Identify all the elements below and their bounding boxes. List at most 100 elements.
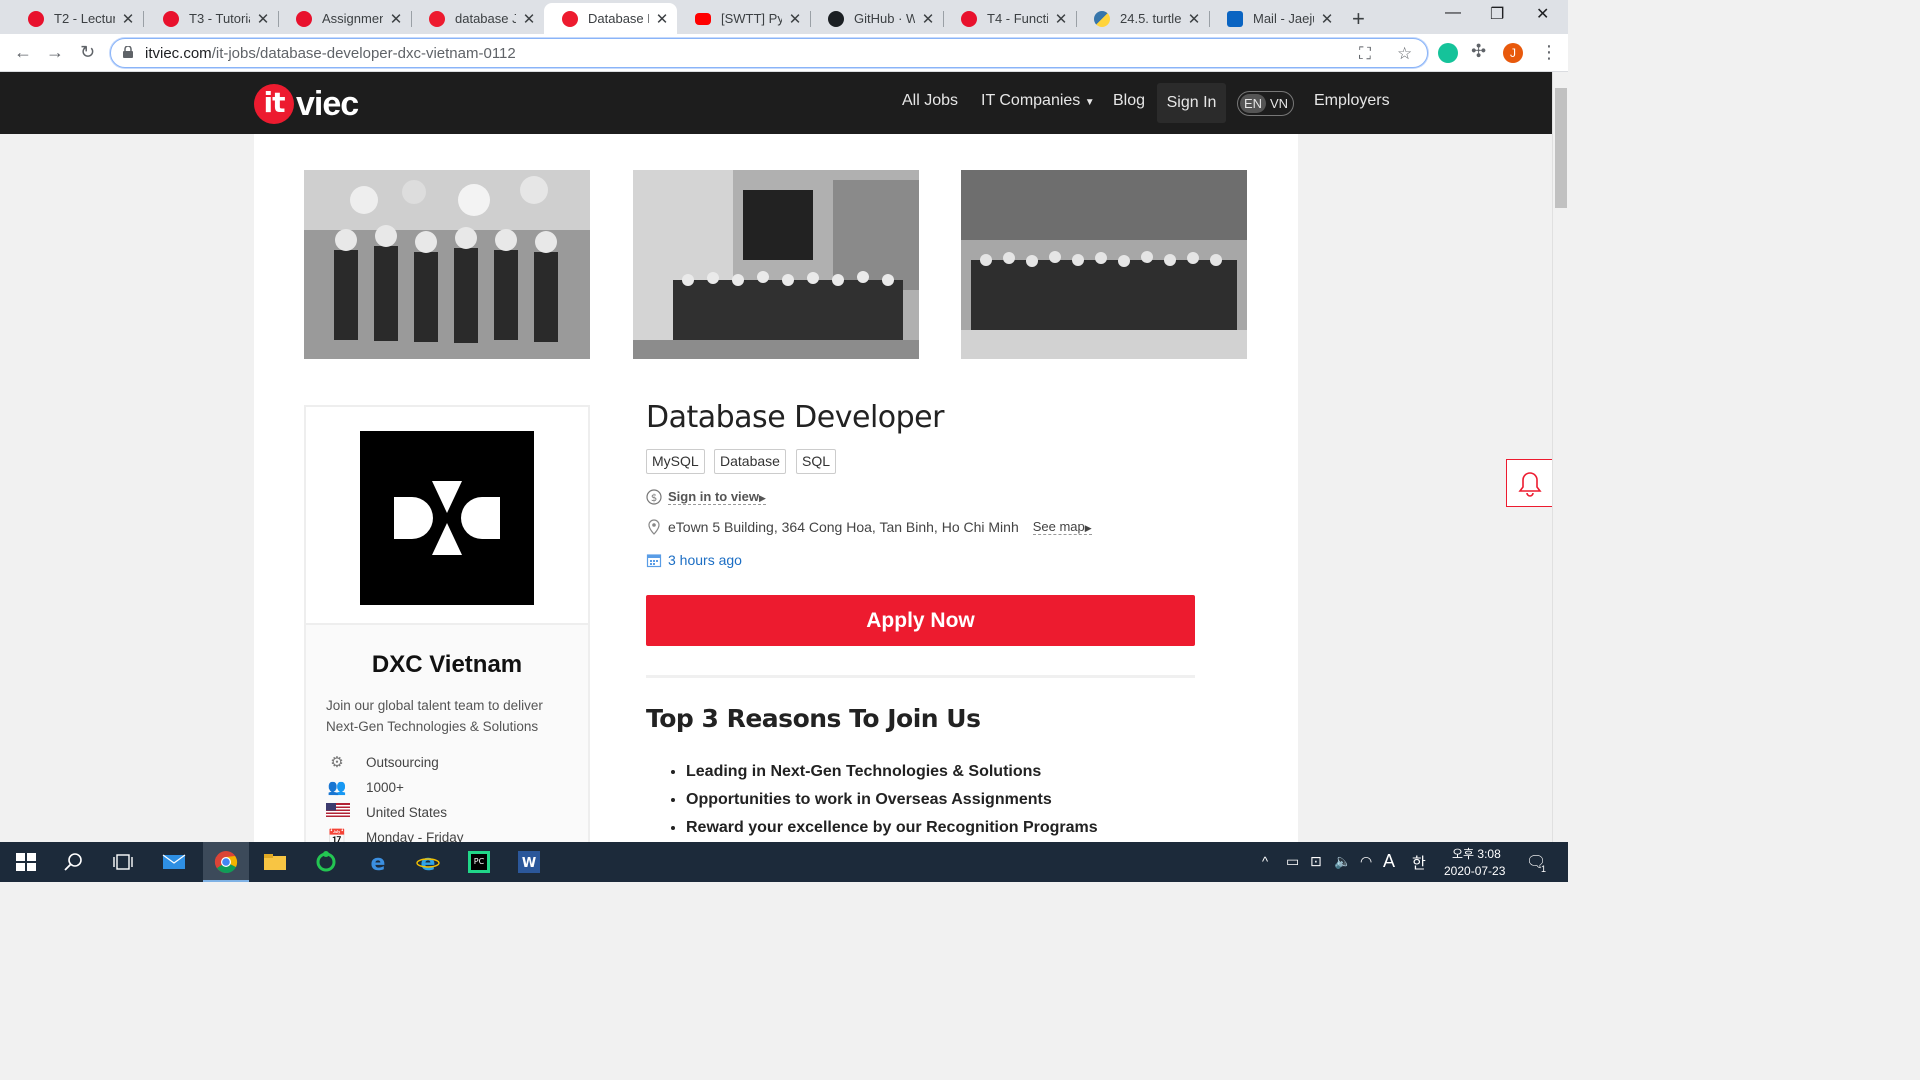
tab-title: 24.5. turtle: [1120, 11, 1181, 26]
profile-avatar[interactable]: J: [1503, 43, 1523, 63]
browser-tab[interactable]: T4 - Functio ✕: [943, 3, 1077, 34]
svg-text:PC: PC: [474, 857, 485, 866]
tab-title: T2 - Lecture: [54, 11, 115, 26]
menu-kebab-icon[interactable]: ⋮: [1540, 42, 1558, 63]
bookmark-star-icon[interactable]: ☆: [1397, 44, 1412, 64]
minimize-icon[interactable]: —: [1445, 4, 1461, 22]
job-alert-bell-button[interactable]: [1506, 459, 1552, 507]
salary-row: $ Sign in to view▶: [646, 489, 766, 505]
address-row: eTown 5 Building, 364 Cong Hoa, Tan Binh…: [646, 519, 1092, 535]
lang-vn[interactable]: VN: [1270, 94, 1288, 113]
restore-icon[interactable]: ❐: [1490, 4, 1504, 24]
close-icon[interactable]: ✕: [256, 10, 270, 28]
nav-all-jobs[interactable]: All Jobs: [902, 92, 958, 110]
wifi-icon[interactable]: ◠: [1360, 853, 1372, 870]
itviec-logo[interactable]: it viec: [254, 84, 359, 124]
close-icon[interactable]: ✕: [389, 10, 403, 28]
calendar-icon: [646, 554, 662, 568]
skill-tag[interactable]: MySQL: [646, 449, 705, 474]
logo-it: it: [254, 84, 294, 124]
tray-chevron-icon[interactable]: ^: [1262, 854, 1268, 869]
language-toggle[interactable]: EN VN: [1237, 91, 1294, 116]
back-icon[interactable]: ←: [14, 42, 32, 63]
browser-tab[interactable]: Mail - Jaeju ✕: [1209, 3, 1342, 34]
green-app-icon[interactable]: [314, 850, 338, 874]
browser-tab[interactable]: database Jol ✕: [411, 3, 544, 34]
company-photo[interactable]: [633, 170, 919, 359]
job-address: eTown 5 Building, 364 Cong Hoa, Tan Binh…: [668, 519, 1019, 535]
windows-start-icon[interactable]: [14, 850, 38, 874]
salary-sign-in-link[interactable]: Sign in to view▶: [668, 489, 766, 505]
chrome-icon: [214, 851, 238, 873]
browser-tab[interactable]: GitHub · Wh ✕: [810, 3, 944, 34]
svg-text:e: e: [371, 851, 386, 874]
antivirus-icon[interactable]: ⊡: [1310, 853, 1322, 870]
volume-icon[interactable]: 🔈: [1334, 853, 1351, 870]
company-name[interactable]: DXC Vietnam: [306, 651, 588, 679]
translate-icon[interactable]: ⛶: [1359, 44, 1371, 64]
browser-toolbar: ← → ↻ itviec.com/it-jobs/database-develo…: [0, 34, 1568, 72]
scrollbar-thumb[interactable]: [1555, 88, 1567, 208]
word-icon[interactable]: W: [517, 850, 541, 874]
dxc-logo-mark: [394, 481, 500, 555]
search-icon[interactable]: [62, 850, 86, 874]
taskbar-active-app[interactable]: [203, 842, 249, 882]
reload-icon[interactable]: ↻: [80, 42, 95, 63]
close-window-icon[interactable]: ✕: [1536, 4, 1549, 24]
page-scrollbar[interactable]: [1552, 72, 1568, 842]
address-bar[interactable]: itviec.com/it-jobs/database-developer-dx…: [110, 38, 1428, 68]
salary-sign-in-label: Sign in to view: [668, 489, 760, 504]
browser-tab[interactable]: T3 - Tutorial ✕: [145, 3, 279, 34]
ime-mode-indicator[interactable]: A: [1383, 851, 1395, 872]
edge-icon[interactable]: e: [366, 850, 390, 874]
nav-employers[interactable]: Employers: [1314, 92, 1390, 110]
company-size: 👥 1000+: [326, 778, 404, 796]
mail-icon[interactable]: [162, 850, 186, 874]
ime-language-indicator[interactable]: 한: [1412, 852, 1426, 873]
skill-tag[interactable]: Database: [714, 449, 786, 474]
company-photo-image: [304, 170, 590, 359]
company-logo-box[interactable]: [306, 407, 588, 625]
skill-tag[interactable]: SQL: [796, 449, 837, 474]
nav-blog[interactable]: Blog: [1113, 92, 1145, 110]
file-explorer-icon[interactable]: [263, 850, 287, 874]
browser-tab[interactable]: T2 - Lecture ✕: [10, 3, 144, 34]
reasons-list: Leading in Next-Gen Technologies & Solut…: [686, 758, 1098, 842]
company-type-label: Outsourcing: [366, 754, 439, 770]
grammarly-icon[interactable]: [1438, 43, 1458, 63]
apply-now-button[interactable]: Apply Now: [646, 595, 1195, 646]
close-icon[interactable]: ✕: [1054, 10, 1068, 28]
clock-time[interactable]: 오후 3:08: [1452, 845, 1501, 862]
url-host: itviec.com: [145, 45, 212, 62]
pycharm-icon[interactable]: PC: [467, 850, 491, 874]
list-item: Leading in Next-Gen Technologies & Solut…: [686, 758, 1098, 786]
new-tab-button[interactable]: +: [1352, 6, 1365, 32]
close-icon[interactable]: ✕: [655, 10, 669, 28]
job-card: DXC Vietnam Join our global talent team …: [254, 134, 1298, 842]
close-icon[interactable]: ✕: [788, 10, 802, 28]
nav-it-companies[interactable]: IT Companies ▼: [981, 92, 1095, 110]
internet-explorer-icon[interactable]: e: [416, 850, 440, 874]
nav-it-companies-label: IT Companies: [981, 92, 1081, 109]
browser-tab[interactable]: Assignment ✕: [278, 3, 412, 34]
battery-icon[interactable]: ▭: [1286, 853, 1299, 870]
close-icon[interactable]: ✕: [1320, 10, 1334, 28]
clock-date[interactable]: 2020-07-23: [1444, 864, 1505, 878]
browser-tab[interactable]: [SWTT] Pyth ✕: [677, 3, 811, 34]
close-icon[interactable]: ✕: [121, 10, 135, 28]
see-map-link[interactable]: See map▶: [1032, 519, 1092, 535]
sign-in-button[interactable]: Sign In: [1157, 83, 1226, 123]
extensions-icon[interactable]: ✣: [1471, 41, 1486, 62]
close-icon[interactable]: ✕: [522, 10, 536, 28]
close-icon[interactable]: ✕: [1187, 10, 1201, 28]
company-photo[interactable]: [304, 170, 590, 359]
dxc-logo: [360, 431, 534, 605]
lang-en[interactable]: EN: [1240, 94, 1266, 113]
close-icon[interactable]: ✕: [921, 10, 935, 28]
page-viewport: it viec All Jobs IT Companies ▼ Blog Sig…: [0, 72, 1552, 842]
forward-icon[interactable]: →: [46, 42, 64, 63]
browser-tab-active[interactable]: Database D ✕: [544, 3, 677, 34]
browser-tab[interactable]: 24.5. turtle ✕: [1076, 3, 1210, 34]
task-view-icon[interactable]: [111, 850, 135, 874]
company-photo[interactable]: [961, 170, 1247, 359]
